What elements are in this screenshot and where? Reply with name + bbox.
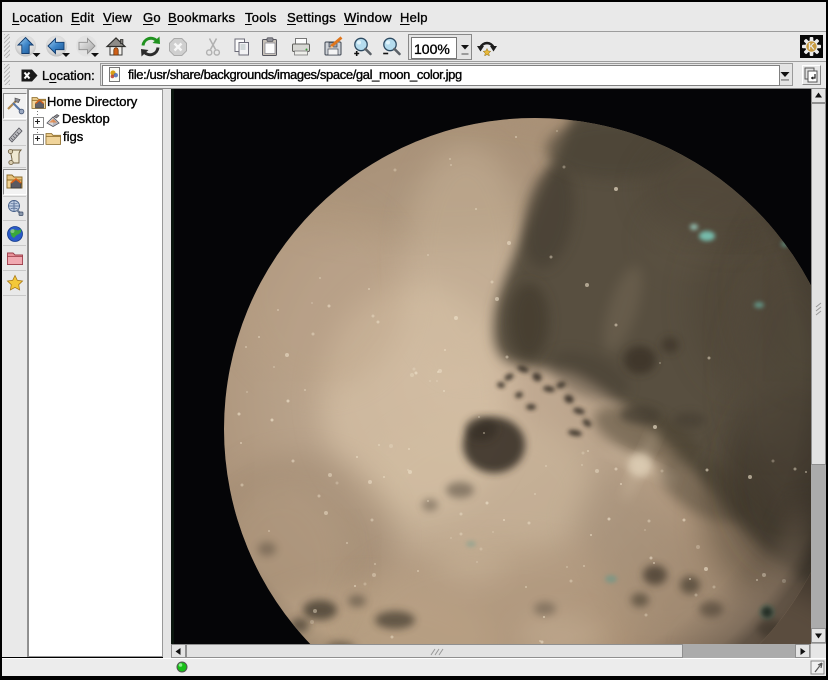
svg-text:K: K bbox=[808, 42, 815, 52]
